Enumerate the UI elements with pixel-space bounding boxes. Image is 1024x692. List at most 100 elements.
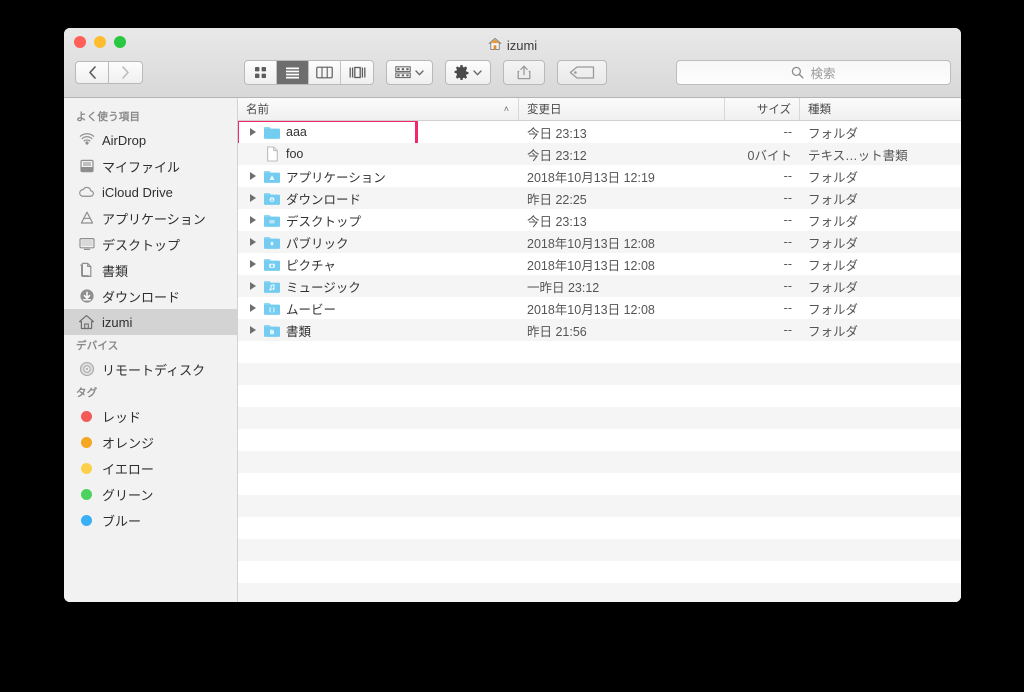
column-header-date[interactable]: 変更日 — [519, 98, 725, 120]
file-name: ムービー — [286, 302, 337, 317]
disclosure-triangle-icon[interactable] — [247, 326, 258, 334]
cell-kind: フォルダ — [800, 231, 961, 253]
column-header-kind-label: 種類 — [808, 104, 831, 116]
folder-pictures-icon — [263, 256, 281, 272]
folder-movies-icon — [264, 302, 280, 315]
airdrop-icon — [78, 132, 95, 149]
folder-documents-icon — [263, 322, 281, 338]
cell-size-text: -- — [783, 191, 792, 205]
column-header-name-label: 名前 — [246, 104, 269, 116]
disclosure-triangle-icon[interactable] — [247, 238, 258, 246]
search-placeholder-text: 検索 — [810, 67, 836, 81]
cell-name: パブリック — [238, 231, 519, 253]
home-icon — [78, 314, 95, 331]
sidebar-item-グリーン[interactable]: グリーン — [64, 481, 237, 507]
table-row[interactable]: aaa 今日 23:13 -- フォルダ — [238, 121, 961, 143]
chevron-down-icon — [473, 69, 482, 76]
sidebar-item-izumi[interactable]: izumi — [64, 309, 237, 335]
disclosure-triangle-icon[interactable] — [247, 128, 258, 136]
coverflow-view-button[interactable] — [341, 61, 373, 84]
cell-kind-text: フォルダ — [808, 280, 859, 295]
cell-kind-text: フォルダ — [808, 258, 859, 273]
table-row-empty — [238, 583, 961, 602]
sidebar-item-label: グリーン — [102, 487, 154, 503]
icon-view-button[interactable] — [245, 61, 277, 84]
gear-icon — [454, 65, 469, 80]
sidebar-item-イエロー[interactable]: イエロー — [64, 455, 237, 481]
sidebar-item-ブルー[interactable]: ブルー — [64, 507, 237, 533]
sidebar-item-label: オレンジ — [102, 435, 155, 451]
file-list-pane: 名前 ˄ 変更日 サイズ 種類 aaa 今日 23:13 -- フォルダ foo 今日 … — [238, 98, 961, 602]
cell-date-modified-text: 2018年10月13日 12:19 — [527, 170, 655, 185]
table-row[interactable]: パブリック 2018年10月13日 12:08 -- フォルダ — [238, 231, 961, 253]
cell-kind-text: フォルダ — [808, 192, 859, 207]
disclosure-triangle-icon[interactable] — [247, 282, 258, 290]
downloads-icon — [78, 288, 95, 305]
cell-kind-text: フォルダ — [808, 214, 859, 229]
arrange-button[interactable] — [386, 60, 433, 85]
cell-date-modified: 2018年10月13日 12:08 — [519, 297, 725, 319]
sidebar-item-デスクトップ[interactable]: デスクトップ — [64, 231, 237, 257]
table-row[interactable]: デスクトップ 今日 23:13 -- フォルダ — [238, 209, 961, 231]
tag-color-dot-icon — [78, 434, 95, 451]
table-row[interactable]: ミュージック 一昨日 23:12 -- フォルダ — [238, 275, 961, 297]
share-button[interactable] — [503, 60, 545, 85]
cell-size-text: -- — [783, 279, 792, 293]
cell-size-text: 0バイト — [747, 148, 792, 163]
sidebar-item-オレンジ[interactable]: オレンジ — [64, 429, 237, 455]
cell-date-modified: 昨日 22:25 — [519, 187, 725, 209]
disclosure-triangle-icon[interactable] — [247, 194, 258, 202]
sidebar-item-airdrop[interactable]: AirDrop — [64, 127, 237, 153]
sidebar-item-リモートディスク[interactable]: リモートディスク — [64, 356, 237, 382]
cell-kind-text: フォルダ — [808, 302, 859, 317]
back-button[interactable] — [75, 61, 109, 84]
forward-button[interactable] — [109, 61, 143, 84]
cell-size: 0バイト — [725, 143, 800, 165]
triangle-right-icon — [249, 194, 256, 202]
sidebar-item-label: イエロー — [102, 461, 154, 477]
cell-kind: フォルダ — [800, 121, 961, 143]
disclosure-triangle-icon[interactable] — [247, 172, 258, 180]
folder-public-icon — [263, 234, 281, 250]
cell-name: アプリケーション — [238, 165, 519, 187]
file-name: ミュージック — [286, 280, 361, 295]
cell-name: aaa — [238, 121, 519, 143]
file-name: ダウンロード — [286, 192, 362, 207]
document-icon — [263, 146, 281, 162]
sidebar[interactable]: よく使う項目 AirDrop マイファイル iCloud Drive アプリケーシ… — [64, 98, 238, 602]
table-row[interactable]: ダウンロード 昨日 22:25 -- フォルダ — [238, 187, 961, 209]
tag-color-dot — [81, 410, 92, 422]
table-row-empty — [238, 341, 961, 363]
file-name: ピクチャ — [286, 258, 336, 273]
tag-color-dot — [81, 462, 92, 474]
table-row[interactable]: 書類 昨日 21:56 -- フォルダ — [238, 319, 961, 341]
table-row[interactable]: アプリケーション 2018年10月13日 12:19 -- フォルダ — [238, 165, 961, 187]
column-header-kind[interactable]: 種類 — [800, 98, 961, 120]
cell-kind: フォルダ — [800, 187, 961, 209]
sidebar-item-ダウンロード[interactable]: ダウンロード — [64, 283, 237, 309]
table-row[interactable]: ピクチャ 2018年10月13日 12:08 -- フォルダ — [238, 253, 961, 275]
list-view-button[interactable] — [277, 61, 309, 84]
tag-button[interactable] — [557, 60, 607, 85]
cell-size: -- — [725, 297, 800, 319]
cell-name: デスクトップ — [238, 209, 519, 231]
table-row[interactable]: foo 今日 23:12 0バイト テキス…ット書類 — [238, 143, 961, 165]
sidebar-item-書類[interactable]: 書類 — [64, 257, 237, 283]
disclosure-triangle-icon[interactable] — [247, 260, 258, 268]
folder-music-icon — [264, 280, 280, 293]
cell-size: -- — [725, 121, 800, 143]
folder-downloads-icon — [264, 192, 280, 205]
column-view-button[interactable] — [309, 61, 341, 84]
sidebar-item-マイファイル[interactable]: マイファイル — [64, 153, 237, 179]
table-row[interactable]: ムービー 2018年10月13日 12:08 -- フォルダ — [238, 297, 961, 319]
column-header-name[interactable]: 名前 ˄ — [238, 98, 519, 120]
sidebar-item-レッド[interactable]: レッド — [64, 403, 237, 429]
column-header-size[interactable]: サイズ — [725, 98, 800, 120]
search-input[interactable]: 検索 — [676, 60, 951, 85]
action-menu-button[interactable] — [445, 60, 491, 85]
disclosure-triangle-icon[interactable] — [247, 216, 258, 224]
disclosure-triangle-icon[interactable] — [247, 304, 258, 312]
sidebar-item-icloud-drive[interactable]: iCloud Drive — [64, 179, 237, 205]
sidebar-item-アプリケーション[interactable]: アプリケーション — [64, 205, 237, 231]
share-icon — [517, 65, 531, 80]
